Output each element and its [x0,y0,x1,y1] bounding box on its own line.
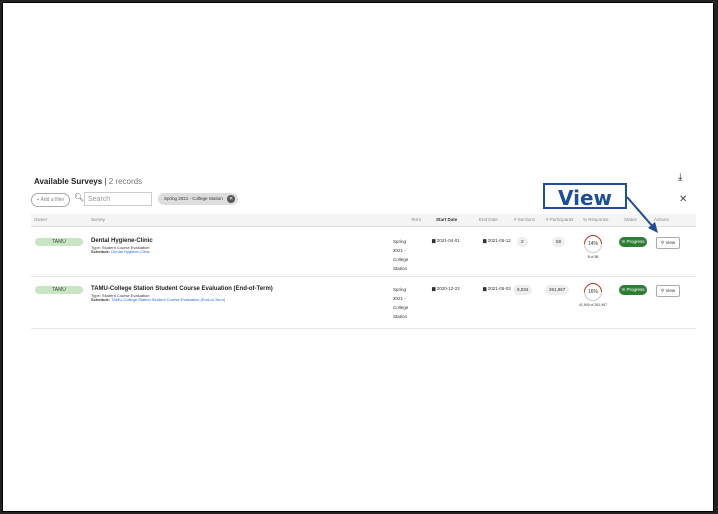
term-cell: Spring 2021 - College Station [393,287,409,319]
start-date-value: 2020-12-22 [436,286,460,291]
view-button[interactable]: ⚲ View [656,285,680,297]
start-date: ▆ 2021-04-01 [432,238,460,244]
schedule-label: Schedule: [91,249,111,254]
start-date: ▆ 2020-12-22 [432,286,460,292]
record-count: 2 records [108,177,143,186]
end-date-value: 2021-05-12 [487,238,511,243]
status-badge: In Progress [619,285,647,295]
schedule-label: Schedule: [91,297,111,302]
status-badge: In Progress [619,237,647,247]
calendar-icon: ▆ [432,238,436,243]
col-owner[interactable]: Owner [34,217,47,222]
col-start-date[interactable]: Start Date [436,217,457,222]
filter-chip[interactable]: Spring 2021 - College Station ✕ [158,193,239,205]
table-header: Owner Survey Term Start Date End Date # … [31,214,696,227]
table-row: TAMU TAMU-College Station Student Course… [31,279,696,329]
end-date: ▆ 2021-05-03 [483,286,511,292]
col-actions: Actions [654,217,669,222]
add-filter-button[interactable]: + Add a filter [31,193,70,207]
calendar-icon: ▆ [483,286,487,291]
survey-schedule: Schedule: TAMU-College Station Student C… [91,297,225,302]
schedule-link[interactable]: Dental Hygiene-Clinic [111,249,149,254]
end-date: ▆ 2021-05-12 [483,238,511,244]
owner-badge: TAMU [35,238,83,246]
end-date-value: 2021-05-03 [487,286,511,291]
survey-title: TAMU-College Station Student Course Eval… [91,286,273,292]
col-end-date[interactable]: End Date [479,217,498,222]
view-button-label: View [665,288,676,293]
survey-title: Dental Hygiene-Clinic [91,238,153,244]
col-response[interactable]: % Response [583,217,609,222]
owner-badge: TAMU [35,286,83,294]
view-button-label: View [665,240,676,245]
response-count: 41,909 of 261,967 [578,303,608,307]
sections-pill: 2 [517,237,528,247]
download-icon[interactable]: ⤓ [678,172,682,183]
term-cell: Spring 2021 - College Station [393,239,409,271]
filter-chip-label: Spring 2021 - College Station [164,196,223,201]
view-button[interactable]: ⚲ View [656,237,680,249]
participants-pill: 58 [552,237,566,247]
view-callout: View [543,183,627,210]
col-survey[interactable]: Survey [91,217,105,222]
calendar-icon: ▆ [432,286,436,291]
title-separator: | [104,177,107,186]
calendar-icon: ▆ [483,238,487,243]
response-arc [580,231,606,257]
response-count: 8 of 58 [587,255,599,259]
response-arc [580,279,606,305]
col-status[interactable]: Status [624,217,637,222]
survey-schedule: Schedule: Dental Hygiene-Clinic [91,249,150,254]
search-icon: ⚲ [660,288,665,293]
start-date-value: 2021-04-01 [436,238,460,243]
col-sections[interactable]: # Sections [514,217,535,222]
page-title: Available Surveys | 2 records [34,177,142,186]
col-participants[interactable]: # Participants [546,217,573,222]
search-icon: ⚲ [660,240,665,245]
sections-pill: 9,034 [513,285,533,295]
participants-pill: 261,967 [545,285,570,295]
search-input[interactable]: Search [84,192,152,206]
col-term[interactable]: Term [411,217,421,222]
title-text: Available Surveys [34,177,103,186]
search-icon: 🔍︎ [74,193,85,202]
schedule-link[interactable]: TAMU-College Station Student Course Eval… [111,297,225,302]
chip-remove-icon[interactable]: ✕ [227,194,236,203]
table-row: TAMU Dental Hygiene-Clinic Type: Student… [31,231,696,277]
